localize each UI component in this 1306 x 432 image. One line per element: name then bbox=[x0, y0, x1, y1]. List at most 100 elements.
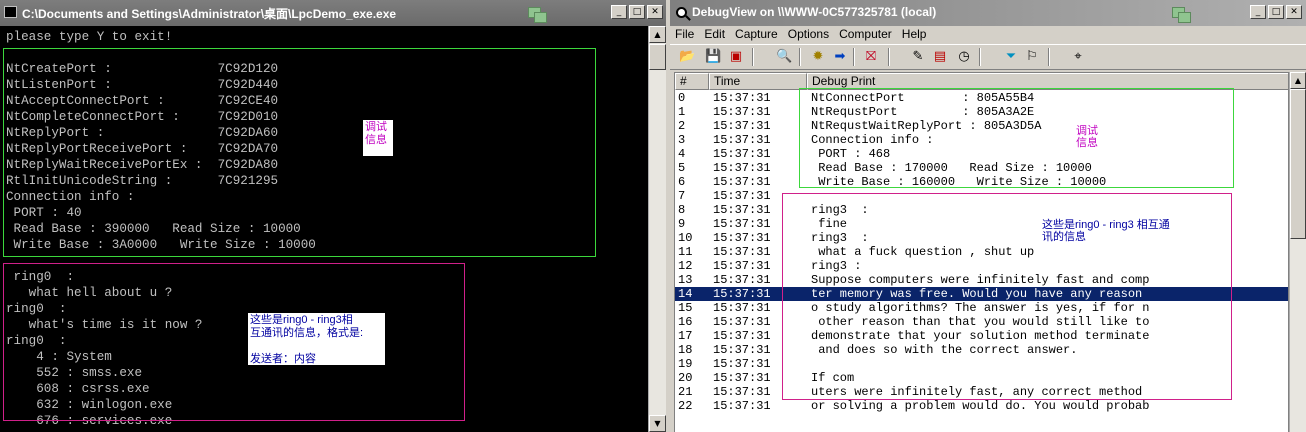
row-time: 15:37:31 bbox=[713, 301, 771, 315]
highlight-icon[interactable]: ⚐ bbox=[1024, 49, 1040, 65]
clear-display-icon[interactable]: ⛝ bbox=[863, 49, 879, 65]
table-row[interactable]: 15 15:37:31 o study algorithms? The answer… bbox=[675, 301, 1288, 315]
row-debug-print: and does so with the correct answer. bbox=[811, 343, 1078, 357]
menu-capture[interactable]: Capture bbox=[730, 26, 783, 44]
annotation-note-ring-comm: 这些是ring0 - ring3 相互通 讯的信息 bbox=[1042, 219, 1202, 245]
row-number: 9 bbox=[678, 217, 686, 231]
row-time: 15:37:31 bbox=[713, 329, 771, 343]
table-row[interactable]: 16 15:37:31 other reason than that you wo… bbox=[675, 315, 1288, 329]
scroll-down-arrow-icon[interactable]: ▼ bbox=[649, 415, 666, 432]
row-number: 7 bbox=[678, 189, 686, 203]
console-line: PORT : 40 bbox=[6, 206, 82, 220]
row-time: 15:37:31 bbox=[713, 231, 771, 245]
history-icon[interactable]: ▤ bbox=[932, 49, 948, 65]
table-row[interactable]: 17 15:37:31 demonstrate that your solution… bbox=[675, 329, 1288, 343]
table-row[interactable]: 13 15:37:31 Suppose computers were infinit… bbox=[675, 273, 1288, 287]
note-line: 信息 bbox=[365, 134, 387, 146]
toolbar-separator bbox=[888, 48, 890, 66]
table-row[interactable]: 8 15:37:31 ring3 : bbox=[675, 203, 1288, 217]
row-number: 8 bbox=[678, 203, 686, 217]
row-debug-print: Connection info : bbox=[811, 133, 934, 147]
menu-bar: File Edit Capture Options Computer Help bbox=[670, 26, 1306, 44]
table-row[interactable]: 4 15:37:31 PORT : 468 bbox=[675, 147, 1288, 161]
note-line: 信息 bbox=[1076, 137, 1098, 149]
debugview-title: DebugView on \\WWW-0C577325781 (local) bbox=[692, 5, 937, 19]
table-row[interactable]: 11 15:37:31 what a fuck question , shut u… bbox=[675, 245, 1288, 259]
maximize-button[interactable]: □ bbox=[1268, 5, 1284, 19]
table-row[interactable]: 12 15:37:31 ring3 : bbox=[675, 259, 1288, 273]
console-scrollbar[interactable]: ▲ ▼ bbox=[648, 26, 666, 432]
open-icon[interactable]: 📂 bbox=[679, 49, 695, 65]
filter-edit-icon[interactable]: ✎ bbox=[910, 49, 926, 65]
table-row[interactable]: 5 15:37:31 Read Base : 170000 Read Size :… bbox=[675, 161, 1288, 175]
row-debug-print: ter memory was free. Would you have any … bbox=[811, 287, 1143, 301]
row-time: 15:37:31 bbox=[713, 371, 771, 385]
menu-file[interactable]: File bbox=[670, 26, 699, 44]
debugview-scrollbar[interactable]: ▲ bbox=[1289, 72, 1306, 432]
debugview-titlebar[interactable]: DebugView on \\WWW-0C577325781 (local) _… bbox=[670, 0, 1306, 26]
table-row[interactable]: 3 15:37:31 Connection info : bbox=[675, 133, 1288, 147]
table-row[interactable]: 21 15:37:31 uters were infinitely fast, an… bbox=[675, 385, 1288, 399]
note-line: 发送者：内容 bbox=[250, 353, 316, 365]
menu-computer[interactable]: Computer bbox=[834, 26, 897, 44]
scroll-thumb[interactable] bbox=[1290, 89, 1306, 239]
row-debug-print: Suppose computers were infinitely fast a… bbox=[811, 273, 1150, 287]
table-row[interactable]: 18 15:37:31 and does so with the correct … bbox=[675, 343, 1288, 357]
row-debug-print: Read Base : 170000 Read Size : 10000 bbox=[811, 161, 1092, 175]
console-line: please type Y to exit! bbox=[6, 30, 173, 44]
menu-edit[interactable]: Edit bbox=[699, 26, 730, 44]
filter-funnel-icon[interactable]: ⏷ bbox=[1003, 49, 1019, 65]
table-row[interactable]: 0 15:37:31 NtConnectPort : 805A55B4 bbox=[675, 91, 1288, 105]
save-icon[interactable]: 💾 bbox=[705, 49, 721, 65]
scroll-thumb[interactable] bbox=[649, 44, 666, 70]
row-debug-print: what a fuck question , shut up bbox=[811, 245, 1035, 259]
console-output[interactable]: please type Y to exit! NtCreatePort : 7C9… bbox=[0, 26, 648, 432]
table-row[interactable]: 6 15:37:31 Write Base : 160000 Write Size… bbox=[675, 175, 1288, 189]
console-line: RtlInitUnicodeString : 7C921295 bbox=[6, 174, 279, 188]
maximize-button[interactable]: □ bbox=[629, 5, 645, 19]
minimize-button[interactable]: _ bbox=[611, 5, 627, 19]
table-row[interactable]: 1 15:37:31 NtRequstPort : 805A3A2E bbox=[675, 105, 1288, 119]
task-switch-icon bbox=[1172, 7, 1191, 23]
log-to-file-icon[interactable]: ▣ bbox=[728, 49, 744, 65]
note-line: 这些是ring0 - ring3相 bbox=[250, 314, 353, 326]
list-header: # Time Debug Print bbox=[675, 73, 1288, 90]
table-row[interactable]: 7 15:37:31 bbox=[675, 189, 1288, 203]
scroll-up-arrow-icon[interactable]: ▲ bbox=[649, 26, 666, 43]
debug-log-list[interactable]: # Time Debug Print 0 15:37:31 NtConnectPor… bbox=[674, 72, 1289, 432]
autoscroll-arrow-icon[interactable]: ➡ bbox=[832, 49, 848, 65]
toolbar-separator bbox=[1048, 48, 1050, 66]
clock-icon[interactable]: ◷ bbox=[956, 49, 972, 65]
scroll-up-arrow-icon[interactable]: ▲ bbox=[1290, 72, 1306, 89]
capture-gear-icon[interactable]: ✹ bbox=[810, 49, 826, 65]
table-row[interactable]: 22 15:37:31 or solving a problem would do.… bbox=[675, 399, 1288, 413]
column-header-number[interactable]: # bbox=[675, 73, 709, 90]
console-title: C:\Documents and Settings\Administrator\… bbox=[22, 7, 397, 21]
close-button[interactable]: ✕ bbox=[1286, 5, 1302, 19]
row-time: 15:37:31 bbox=[713, 259, 771, 273]
annotation-note-ring-comm: 这些是ring0 - ring3相 互通讯的信息，格式是: 发送者：内容 bbox=[248, 313, 385, 365]
close-button[interactable]: ✕ bbox=[647, 5, 663, 19]
row-debug-print: PORT : 468 bbox=[811, 147, 891, 161]
column-header-debug-print[interactable]: Debug Print bbox=[807, 73, 1288, 90]
annotation-note-debug-info: 调试 信息 bbox=[363, 120, 393, 156]
menu-options[interactable]: Options bbox=[783, 26, 834, 44]
minimize-button[interactable]: _ bbox=[1250, 5, 1266, 19]
find-icon[interactable]: 🔍 bbox=[776, 49, 792, 65]
menu-help[interactable]: Help bbox=[897, 26, 932, 44]
row-number: 22 bbox=[678, 399, 693, 413]
console-line: Read Base : 390000 Read Size : 10000 bbox=[6, 222, 301, 236]
row-debug-print: NtRequstPort : 805A3A2E bbox=[811, 105, 1035, 119]
console-titlebar[interactable]: C:\Documents and Settings\Administrator\… bbox=[0, 0, 666, 26]
column-header-time[interactable]: Time bbox=[709, 73, 807, 90]
row-time: 15:37:31 bbox=[713, 385, 771, 399]
table-row[interactable]: 19 15:37:31 bbox=[675, 357, 1288, 371]
table-row[interactable]: 14 15:37:31 ter memory was free. Would you… bbox=[675, 287, 1288, 301]
console-line: ring0 : bbox=[6, 302, 67, 316]
table-row[interactable]: 2 15:37:31 NtRequstWaitReplyPort : 805A3D5… bbox=[675, 119, 1288, 133]
console-line: ring0 : bbox=[6, 334, 67, 348]
binoculars-icon[interactable]: ⌖ bbox=[1070, 49, 1086, 65]
console-line: Write Base : 3A0000 Write Size : 10000 bbox=[6, 238, 316, 252]
table-row[interactable]: 20 15:37:31 If com bbox=[675, 371, 1288, 385]
console-line: NtListenPort : 7C92D440 bbox=[6, 78, 279, 92]
